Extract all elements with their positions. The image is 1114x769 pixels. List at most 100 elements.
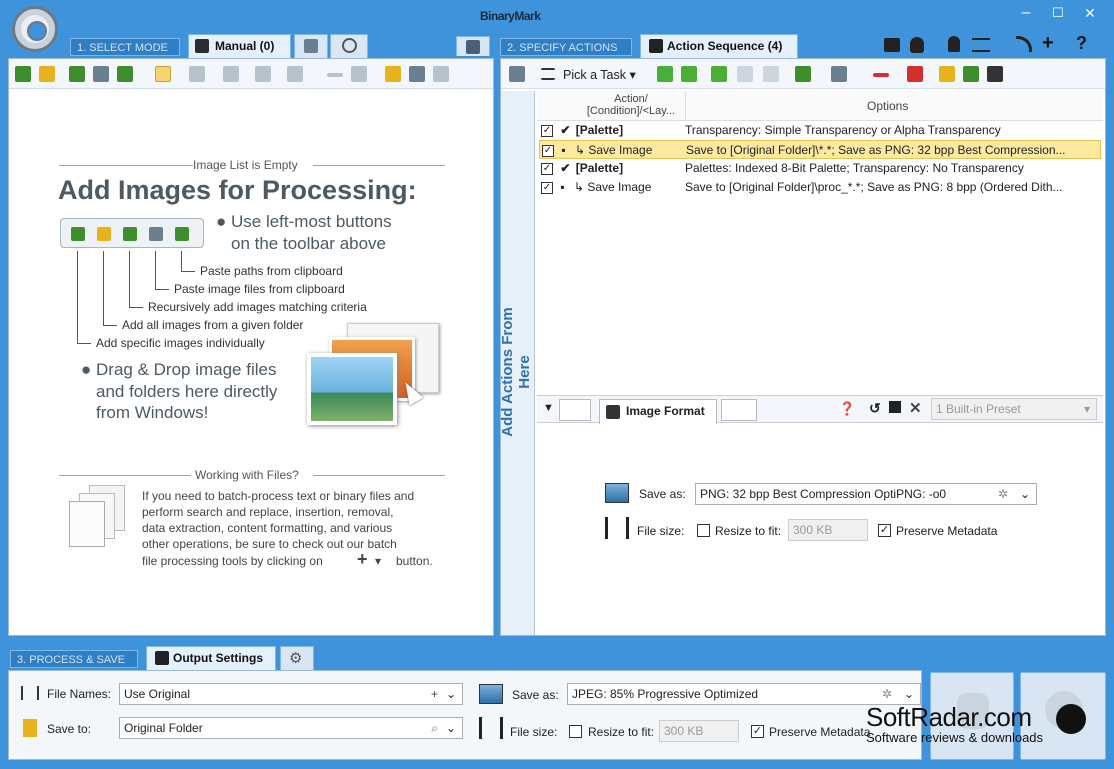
delete-preset-icon[interactable]: ✕	[909, 399, 922, 417]
collapse-chevron-icon[interactable]: ▼	[543, 402, 554, 414]
reset-icon[interactable]: ↺	[869, 400, 881, 417]
task-list-icon	[541, 68, 555, 80]
row-options: Save to [Original Folder]\*.*; Save as P…	[686, 143, 1066, 157]
folder-icon	[23, 719, 37, 737]
load-icon[interactable]	[409, 66, 425, 82]
row-action: [Palette]	[575, 161, 624, 175]
row-action: Save Image	[588, 143, 653, 157]
import-sequence-icon[interactable]	[963, 66, 979, 82]
tab-manual-label: Manual (0)	[215, 39, 275, 53]
grid-view-icon[interactable]	[155, 66, 171, 82]
callout-individual: Add specific images individually	[96, 336, 265, 350]
add-condition-icon[interactable]	[795, 66, 811, 82]
help-icon[interactable]: ❓	[839, 401, 855, 417]
image-list-pane[interactable]: Image List is Empty Add Images for Proce…	[8, 58, 494, 636]
move-right-icon[interactable]	[737, 66, 753, 82]
row-checkbox[interactable]: ✓	[542, 144, 554, 157]
save-to-value: Original Folder	[124, 721, 203, 735]
recursive-add-icon[interactable]	[69, 66, 85, 82]
tab-folder-mode[interactable]	[294, 34, 328, 58]
chevron-down-icon[interactable]: ⌄	[446, 718, 456, 738]
save-as-label: Save as:	[639, 487, 686, 501]
move-down-icon[interactable]	[681, 66, 697, 82]
tab-manual[interactable]: Manual (0)	[188, 34, 291, 58]
save-to-field[interactable]: Original Folder ⌕ ⌄	[119, 717, 463, 739]
tab-output-settings[interactable]: Output Settings	[146, 646, 276, 670]
table-row[interactable]: ✓ ▪ ↳ Save Image Save to [Original Folde…	[539, 178, 1101, 197]
add-folder-icon[interactable]	[39, 66, 55, 82]
gear-icon[interactable]: ✲	[882, 684, 892, 704]
wifi-icon[interactable]	[1016, 36, 1032, 52]
clear-list-icon[interactable]	[351, 66, 367, 82]
column-options[interactable]: Options	[867, 99, 908, 113]
resize-size-field[interactable]: 300 KB	[788, 519, 868, 541]
bullet1-line2: on the toolbar above	[231, 234, 387, 253]
chevron-down-icon: ⌄	[1019, 487, 1030, 501]
image-preview-button[interactable]	[456, 36, 490, 56]
row-checkbox[interactable]: ✓	[541, 162, 553, 175]
clear-actions-icon[interactable]	[907, 66, 923, 82]
move-top-icon[interactable]	[657, 66, 673, 82]
plus-icon[interactable]: +	[431, 684, 438, 704]
paste-files-icon[interactable]	[93, 66, 109, 82]
layout-icon[interactable]	[189, 66, 205, 82]
add-actions-strip[interactable]: Add Actions From Here	[499, 91, 535, 635]
add-action-icon[interactable]	[509, 66, 525, 82]
tab-general[interactable]	[559, 399, 591, 421]
bullet1-line1: Use left-most buttons	[231, 212, 392, 231]
open-list-icon[interactable]	[385, 66, 401, 82]
file-names-field[interactable]: Use Original + ⌄	[119, 683, 463, 705]
watermark-brand: SoftRadar.com	[866, 702, 1032, 732]
save-preset-icon[interactable]	[889, 401, 901, 413]
save-as-select[interactable]: PNG: 32 bpp Best Compression OptiPNG: -o…	[695, 483, 1037, 505]
move-last-icon[interactable]	[763, 66, 779, 82]
checklist-icon[interactable]	[972, 38, 990, 52]
close-button[interactable]: ✕	[1068, 2, 1112, 24]
output-preserve-checkbox[interactable]: ✓	[751, 725, 764, 738]
save-list-icon[interactable]	[433, 66, 449, 82]
minimize-button[interactable]: –	[1010, 2, 1042, 24]
pick-task-button[interactable]: Pick a Task ▾	[563, 67, 636, 82]
preserve-metadata-checkbox[interactable]: ✓	[878, 524, 891, 537]
sort-icon[interactable]	[287, 66, 303, 82]
open-sequence-icon[interactable]	[939, 66, 955, 82]
output-resize-value: 300 KB	[664, 724, 704, 738]
table-row[interactable]: ✓ ▪ ↳ Save Image Save to [Original Folde…	[539, 140, 1101, 159]
save-as-format-icon	[479, 684, 503, 704]
save-sequence-icon[interactable]	[987, 66, 1003, 82]
filter-icon[interactable]	[255, 66, 271, 82]
tab-image-format[interactable]: Image Format	[599, 399, 717, 424]
output-resize-field[interactable]: 300 KB	[659, 720, 739, 742]
paste-paths-icon[interactable]	[117, 66, 133, 82]
tab-advanced-settings[interactable]: ⚙	[280, 646, 314, 670]
actions-grid-header: Action/ [Condition]/<Lay... Options	[537, 91, 1103, 121]
add-images-icon[interactable]	[15, 66, 31, 82]
tab-watch-mode[interactable]	[330, 34, 368, 58]
help-icon[interactable]: ?	[1076, 33, 1087, 54]
resize-checkbox[interactable]	[697, 524, 710, 537]
tab-action-sequence[interactable]: Action Sequence (4)	[640, 34, 798, 58]
settings-action-icon[interactable]	[831, 66, 847, 82]
copy-icon[interactable]	[223, 66, 239, 82]
output-resize-checkbox[interactable]	[569, 725, 582, 738]
row-checkbox[interactable]: ✓	[541, 124, 553, 137]
console-icon[interactable]	[884, 38, 900, 52]
chevron-down-icon[interactable]: ⌄	[446, 684, 456, 704]
lightbulb-icon[interactable]	[948, 36, 960, 52]
column-action[interactable]: Action/ [Condition]/<Lay...	[579, 93, 683, 117]
gear-icon[interactable]: ✲	[998, 484, 1008, 504]
save-icon	[155, 651, 169, 665]
plus-menu-icon[interactable]: +	[1042, 32, 1054, 55]
callout-line	[77, 251, 78, 343]
search-icon[interactable]: ⌕	[431, 718, 438, 738]
row-checkbox[interactable]: ✓	[541, 181, 553, 194]
move-left-icon[interactable]	[711, 66, 727, 82]
shield-icon[interactable]	[910, 37, 924, 53]
table-row[interactable]: ✓ ✔ [Palette] Transparency: Simple Trans…	[539, 121, 1101, 140]
remove-action-icon[interactable]	[873, 73, 889, 77]
app-logo-icon[interactable]	[12, 6, 58, 52]
preset-select[interactable]: 1 Built-in Preset ▾	[931, 398, 1097, 420]
remove-icon[interactable]	[327, 73, 343, 77]
table-row[interactable]: ✓ ✔ [Palette] Palettes: Indexed 8-Bit Pa…	[539, 159, 1101, 178]
tab-document[interactable]	[721, 399, 757, 421]
